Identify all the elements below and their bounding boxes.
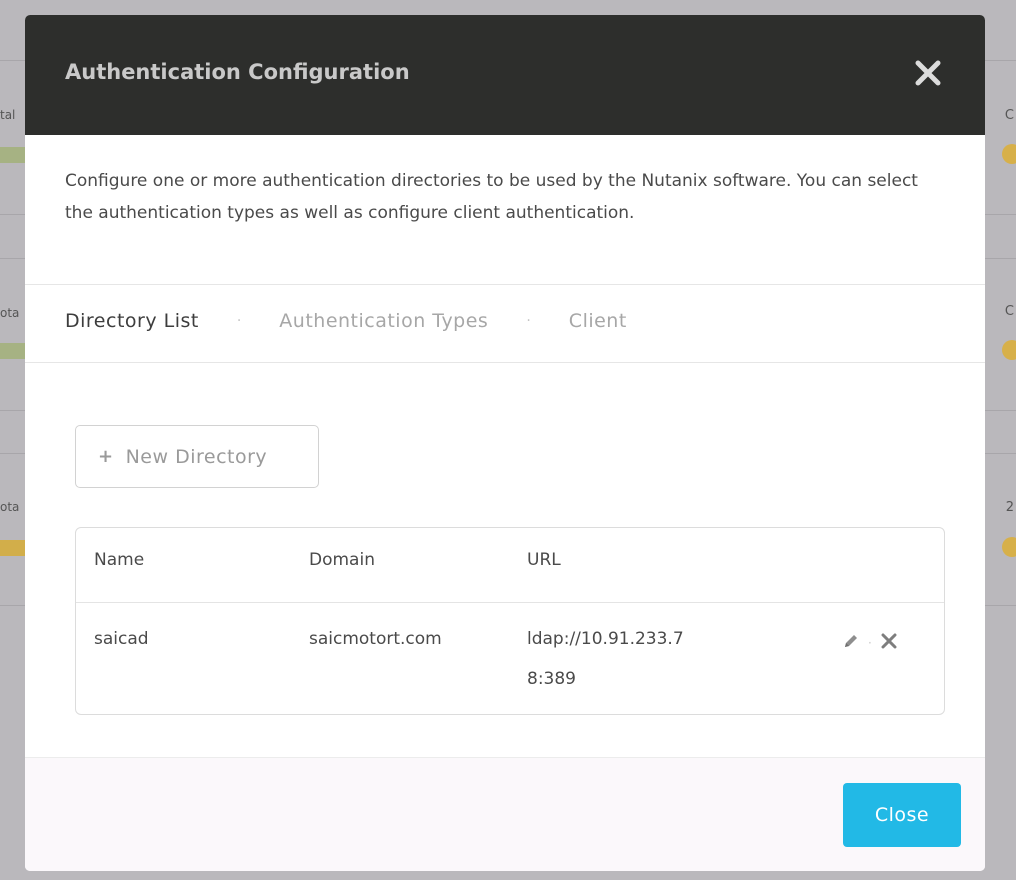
- bg-label: ota: [0, 500, 20, 514]
- edit-pencil-icon[interactable]: [842, 632, 860, 654]
- new-directory-button[interactable]: + New Directory: [75, 425, 319, 488]
- bg-status-dot: [1002, 144, 1016, 164]
- close-button[interactable]: Close: [843, 783, 961, 847]
- modal-header: Authentication Configuration: [25, 15, 985, 135]
- directory-table: Name Domain URL saicad saicmotort.com ld…: [75, 527, 945, 715]
- auth-config-modal: Authentication Configuration Configure o…: [25, 15, 985, 871]
- bg-status-dot: [1002, 340, 1016, 360]
- bg-right-label: C: [1004, 108, 1014, 123]
- bg-right-label: C: [1004, 304, 1014, 319]
- bg-progress-bar: [0, 147, 26, 163]
- bg-status-dot: [1002, 537, 1016, 557]
- delete-x-icon[interactable]: [880, 632, 898, 654]
- modal-footer: Close: [25, 757, 985, 871]
- row-actions: ·: [842, 632, 898, 654]
- close-icon[interactable]: [913, 58, 943, 88]
- cell-url-line: 8:389: [527, 669, 576, 689]
- column-header-domain: Domain: [309, 550, 375, 570]
- column-header-url: URL: [527, 550, 561, 570]
- column-header-name: Name: [94, 550, 145, 570]
- cell-domain: saicmotort.com: [309, 629, 442, 649]
- modal-title: Authentication Configuration: [65, 60, 410, 84]
- bg-label: tal: [0, 108, 16, 122]
- plus-icon: +: [98, 446, 114, 467]
- tab-authentication-types[interactable]: Authentication Types: [279, 310, 488, 332]
- tab-separator: ·: [236, 313, 242, 329]
- tab-separator: ·: [526, 313, 531, 329]
- bg-progress-bar: [0, 540, 26, 556]
- divider: [25, 362, 985, 363]
- new-directory-label: New Directory: [125, 445, 268, 468]
- bg-progress-bar: [0, 343, 26, 359]
- cell-url-line: ldap://10.91.233.7: [527, 629, 684, 649]
- modal-description: Configure one or more authentication dir…: [65, 171, 918, 223]
- wizard-tabs: Directory List · Authentication Types · …: [65, 310, 627, 332]
- table-divider: [76, 602, 944, 603]
- cell-url: ldap://10.91.233.7 8:389: [527, 619, 727, 699]
- bg-right-label: 2: [1005, 500, 1014, 515]
- action-separator: ·: [868, 636, 872, 650]
- divider: [25, 284, 985, 285]
- bg-label: ota: [0, 306, 20, 320]
- tab-directory-list[interactable]: Directory List: [65, 310, 199, 332]
- tab-client[interactable]: Client: [569, 310, 627, 332]
- cell-name: saicad: [94, 629, 149, 649]
